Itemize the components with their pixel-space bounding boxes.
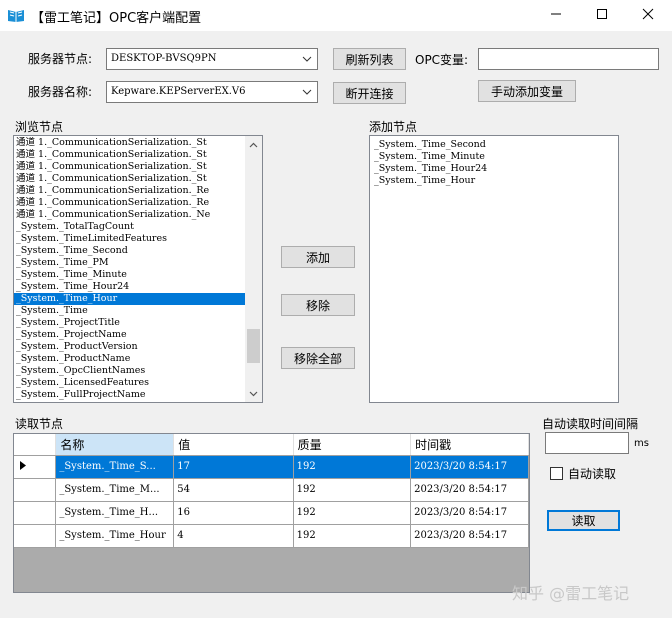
added-list-item[interactable]: _System._Time_Hour24	[372, 163, 618, 175]
disconnect-button[interactable]: 断开连接	[333, 82, 406, 104]
cell-value[interactable]: 16	[173, 501, 294, 525]
watermark: 知乎 @雷工笔记	[512, 584, 630, 603]
browse-list-item[interactable]: _System._Time	[14, 305, 245, 317]
interval-input[interactable]	[545, 432, 629, 454]
cell-value[interactable]: 4	[173, 524, 294, 548]
maximize-icon	[596, 8, 608, 23]
interval-unit: ms	[634, 438, 649, 449]
read-button[interactable]: 读取	[547, 510, 620, 531]
added-list-item[interactable]: _System._Time_Minute	[372, 151, 618, 163]
column-header-quality[interactable]: 质量	[293, 434, 412, 456]
cell-quality[interactable]: 192	[293, 501, 412, 525]
scroll-down-icon[interactable]	[245, 385, 262, 402]
window-title: 【雷工笔记】OPC客户端配置	[31, 11, 202, 26]
remove-all-button[interactable]: 移除全部	[281, 347, 355, 369]
opc-var-label: OPC变量:	[415, 53, 469, 67]
browse-list-item[interactable]: 通道 1._CommunicationSerialization._St	[14, 149, 245, 161]
table-row[interactable]: _System._Time_S... 17 192 2023/3/20 8:54:17	[14, 455, 529, 479]
browse-list-item[interactable]: _System._Time_Hour	[14, 293, 245, 305]
scroll-up-icon[interactable]	[245, 136, 262, 153]
browse-nodes-list[interactable]: 通道 1._CommunicationSerialization._St 通道 1…	[13, 135, 263, 403]
browse-list-item[interactable]: _System._OpcClientNames	[14, 365, 245, 377]
close-button[interactable]	[625, 0, 671, 31]
cell-quality[interactable]: 192	[293, 478, 412, 502]
row-header[interactable]	[14, 524, 57, 548]
browse-list-item[interactable]: _System._ProjectTitle	[14, 317, 245, 329]
browse-list-item[interactable]: _System._TotalTagCount	[14, 221, 245, 233]
add-button[interactable]: 添加	[281, 246, 355, 268]
browse-list-item[interactable]: 通道 1._CommunicationSerialization._Re	[14, 185, 245, 197]
added-list-item[interactable]: _System._Time_Second	[372, 139, 618, 151]
cell-name[interactable]: _System._Time_Hour	[55, 524, 175, 548]
server-node-value: DESKTOP-BVSQ9PN	[111, 53, 217, 64]
server-node-label: 服务器节点:	[28, 52, 93, 66]
browse-list-item[interactable]: _System._Time_Hour24	[14, 281, 245, 293]
close-icon	[642, 8, 654, 23]
browse-list-item[interactable]: _System._ProductVersion	[14, 341, 245, 353]
column-header-value[interactable]: 值	[173, 434, 294, 456]
browse-list-item[interactable]: 通道 1._CommunicationSerialization._St	[14, 173, 245, 185]
cell-name[interactable]: _System._Time_H...	[55, 501, 175, 525]
browse-list-item[interactable]: _System._ProjectName	[14, 329, 245, 341]
read-nodes-label: 读取节点	[15, 417, 64, 431]
title-bar: 【雷工笔记】OPC客户端配置	[0, 0, 672, 31]
row-header[interactable]	[14, 478, 57, 502]
read-nodes-grid[interactable]: 名称 值 质量 时间戳 _System._Time_S... 17 192 2023/…	[13, 433, 530, 593]
chevron-down-icon	[301, 52, 313, 66]
cell-timestamp[interactable]: 2023/3/20 8:54:17	[410, 455, 529, 479]
auto-read-checkbox[interactable]	[550, 467, 563, 480]
cell-value[interactable]: 17	[173, 455, 294, 479]
browse-list-item[interactable]: _System._LicensedFeatures	[14, 377, 245, 389]
server-name-label: 服务器名称:	[28, 85, 93, 99]
cell-timestamp[interactable]: 2023/3/20 8:54:17	[410, 501, 529, 525]
row-pointer-icon	[14, 460, 55, 473]
cell-timestamp[interactable]: 2023/3/20 8:54:17	[410, 524, 529, 548]
chevron-down-icon	[301, 85, 313, 99]
browse-scrollbar[interactable]	[245, 136, 262, 402]
auto-read-interval-label: 自动读取时间间隔	[542, 417, 639, 431]
opc-var-input[interactable]	[478, 48, 659, 70]
browse-list-item[interactable]: _System._ProductName	[14, 353, 245, 365]
added-nodes-list[interactable]: _System._Time_Second _System._Time_Minute…	[369, 135, 619, 403]
grid-header-row: 名称 值 质量 时间戳	[14, 434, 529, 456]
cell-value[interactable]: 54	[173, 478, 294, 502]
book-icon	[7, 7, 25, 23]
browse-nodes-label: 浏览节点	[15, 120, 64, 134]
server-name-value: Kepware.KEPServerEX.V6	[111, 86, 246, 97]
browse-list-item[interactable]: _System._FullProjectName	[14, 389, 245, 401]
refresh-list-button[interactable]: 刷新列表	[333, 48, 406, 70]
grid-corner	[14, 434, 57, 456]
cell-name[interactable]: _System._Time_M...	[55, 478, 175, 502]
minimize-icon	[550, 8, 562, 23]
browse-list-item[interactable]: _System._Time_Minute	[14, 269, 245, 281]
maximize-button[interactable]	[579, 0, 625, 31]
cell-quality[interactable]: 192	[293, 524, 412, 548]
column-header-timestamp[interactable]: 时间戳	[410, 434, 529, 456]
table-row[interactable]: _System._Time_H... 16 192 2023/3/20 8:54:17	[14, 501, 529, 525]
server-node-combo[interactable]: DESKTOP-BVSQ9PN	[106, 48, 318, 70]
browse-list-item[interactable]: _System._TimeLimitedFeatures	[14, 233, 245, 245]
browse-list-item[interactable]: _System._Time_Second	[14, 245, 245, 257]
browse-list-item[interactable]: _System._Time_PM	[14, 257, 245, 269]
column-header-name[interactable]: 名称	[55, 434, 175, 456]
cell-timestamp[interactable]: 2023/3/20 8:54:17	[410, 478, 529, 502]
row-header[interactable]	[14, 455, 57, 479]
remove-button[interactable]: 移除	[281, 294, 355, 316]
table-row[interactable]: _System._Time_Hour 4 192 2023/3/20 8:54:17	[14, 524, 529, 548]
scroll-thumb[interactable]	[247, 329, 260, 363]
browse-list-item[interactable]: 通道 1._CommunicationSerialization._St	[14, 161, 245, 173]
table-row[interactable]: _System._Time_M... 54 192 2023/3/20 8:54:17	[14, 478, 529, 502]
added-nodes-label: 添加节点	[369, 120, 418, 134]
browse-list-item[interactable]: 通道 1._CommunicationSerialization._Ne	[14, 209, 245, 221]
cell-quality[interactable]: 192	[293, 455, 412, 479]
added-list-item[interactable]: _System._Time_Hour	[372, 175, 618, 187]
browse-list-item[interactable]: 通道 1._CommunicationSerialization._Re	[14, 197, 245, 209]
minimize-button[interactable]	[533, 0, 579, 31]
row-header[interactable]	[14, 501, 57, 525]
cell-name[interactable]: _System._Time_S...	[55, 455, 175, 479]
manual-add-variable-button[interactable]: 手动添加变量	[478, 80, 576, 102]
server-name-combo[interactable]: Kepware.KEPServerEX.V6	[106, 81, 318, 103]
browse-list-item[interactable]: 通道 1._CommunicationSerialization._St	[14, 137, 245, 149]
auto-read-label: 自动读取	[568, 467, 617, 481]
